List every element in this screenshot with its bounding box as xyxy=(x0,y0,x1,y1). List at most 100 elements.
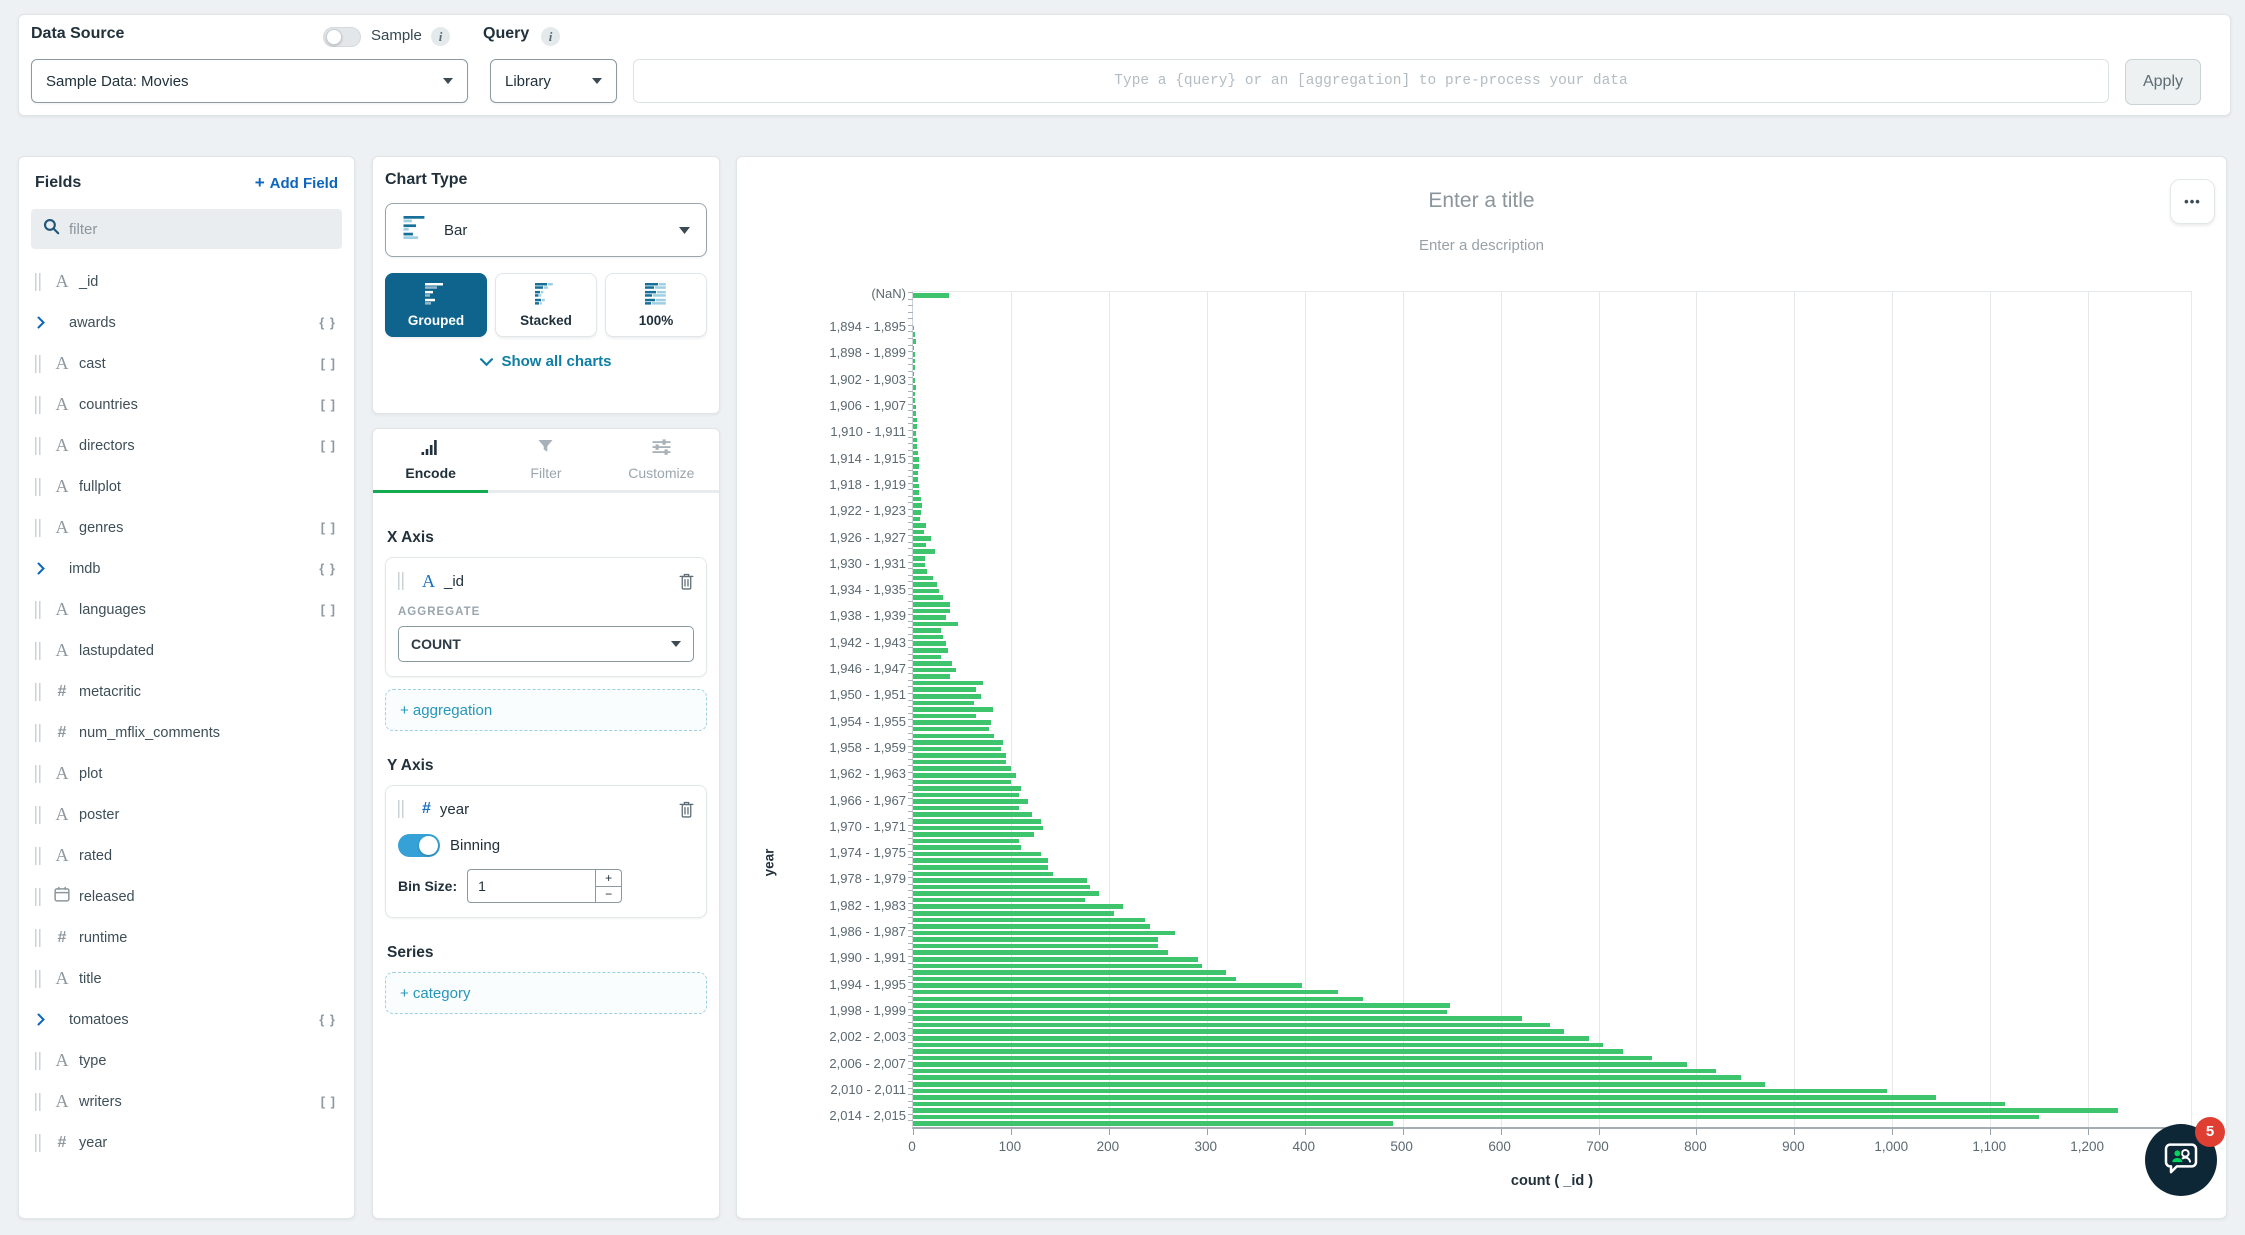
bar[interactable] xyxy=(913,497,921,502)
bar[interactable] xyxy=(913,826,1043,831)
drag-handle-icon[interactable] xyxy=(35,929,43,947)
bar[interactable] xyxy=(913,753,1006,758)
bar[interactable] xyxy=(913,293,949,298)
bar[interactable] xyxy=(913,444,917,449)
bar[interactable] xyxy=(913,332,915,337)
bar[interactable] xyxy=(913,451,918,456)
bar[interactable] xyxy=(913,904,1123,909)
bar[interactable] xyxy=(913,1089,1887,1094)
field-row-_id[interactable]: A_id xyxy=(31,261,342,302)
field-row-num_mflix_comments[interactable]: #num_mflix_comments xyxy=(31,712,342,753)
bar[interactable] xyxy=(913,346,914,351)
bar[interactable] xyxy=(913,549,935,554)
bar[interactable] xyxy=(913,1029,1564,1034)
bar[interactable] xyxy=(913,1075,1741,1080)
bar[interactable] xyxy=(913,674,950,679)
tab-customize[interactable]: Customize xyxy=(604,429,719,490)
bar[interactable] xyxy=(913,1003,1450,1008)
bar[interactable] xyxy=(913,1121,1393,1126)
bar[interactable] xyxy=(913,503,922,508)
field-row-imdb[interactable]: imdb{ } xyxy=(31,548,342,589)
field-row-rated[interactable]: Arated xyxy=(31,835,342,876)
bar[interactable] xyxy=(913,766,1011,771)
bar[interactable] xyxy=(913,1016,1522,1021)
drag-handle-icon[interactable] xyxy=(35,437,43,455)
bar[interactable] xyxy=(913,727,989,732)
bar[interactable] xyxy=(913,517,920,522)
field-row-awards[interactable]: awards{ } xyxy=(31,302,342,343)
drag-handle-icon[interactable] xyxy=(35,1093,43,1111)
bar[interactable] xyxy=(913,523,926,528)
add-category-button[interactable]: + category xyxy=(385,972,707,1014)
add-aggregation-button[interactable]: + aggregation xyxy=(385,689,707,731)
bar[interactable] xyxy=(913,1062,1687,1067)
expand-chevron-icon[interactable] xyxy=(37,316,53,329)
bar[interactable] xyxy=(913,635,943,640)
expand-chevron-icon[interactable] xyxy=(37,562,53,575)
bar[interactable] xyxy=(913,530,924,535)
bar[interactable] xyxy=(913,648,948,653)
bar[interactable] xyxy=(913,424,917,429)
bar[interactable] xyxy=(913,1056,1652,1061)
bar[interactable] xyxy=(913,661,952,666)
show-all-charts-link[interactable]: Show all charts xyxy=(385,353,707,370)
bar[interactable] xyxy=(913,1010,1447,1015)
bar[interactable] xyxy=(913,1069,1716,1074)
library-select[interactable]: Library xyxy=(490,59,617,103)
bar[interactable] xyxy=(913,845,1021,850)
field-row-tomatoes[interactable]: tomatoes{ } xyxy=(31,999,342,1040)
field-row-cast[interactable]: Acast[ ] xyxy=(31,343,342,384)
bar[interactable] xyxy=(913,1023,1550,1028)
bar[interactable] xyxy=(913,773,1016,778)
drag-handle-icon[interactable] xyxy=(35,970,43,988)
bar[interactable] xyxy=(913,806,1019,811)
bar[interactable] xyxy=(913,615,946,620)
bar[interactable] xyxy=(913,431,916,436)
field-row-runtime[interactable]: #runtime xyxy=(31,917,342,958)
bin-size-input[interactable] xyxy=(467,869,595,903)
bar[interactable] xyxy=(913,839,1019,844)
bar[interactable] xyxy=(913,405,916,410)
drag-handle-icon[interactable] xyxy=(35,519,43,537)
chart-subtype-100pct[interactable]: 100% xyxy=(605,273,707,337)
bar[interactable] xyxy=(913,385,916,390)
bar[interactable] xyxy=(913,1036,1589,1041)
bar[interactable] xyxy=(913,438,917,443)
bar[interactable] xyxy=(913,595,943,600)
bar[interactable] xyxy=(913,990,1338,995)
bar[interactable] xyxy=(913,418,917,423)
drag-handle-icon[interactable] xyxy=(35,806,43,824)
tab-filter[interactable]: Filter xyxy=(488,429,603,490)
bar[interactable] xyxy=(913,359,915,364)
trash-icon[interactable] xyxy=(679,801,694,818)
field-row-lastupdated[interactable]: Alastupdated xyxy=(31,630,342,671)
field-row-writers[interactable]: Awriters[ ] xyxy=(31,1081,342,1122)
bar[interactable] xyxy=(913,1102,2005,1107)
bar[interactable] xyxy=(913,714,976,719)
query-input[interactable] xyxy=(633,59,2109,103)
bar[interactable] xyxy=(913,655,941,660)
bar[interactable] xyxy=(913,740,1003,745)
bar[interactable] xyxy=(913,563,925,568)
drag-handle-icon[interactable] xyxy=(35,273,43,291)
bar[interactable] xyxy=(913,852,1041,857)
bar[interactable] xyxy=(913,628,941,633)
drag-handle-icon[interactable] xyxy=(35,1134,43,1152)
bar[interactable] xyxy=(913,793,1019,798)
drag-handle-icon[interactable] xyxy=(35,478,43,496)
ellipsis-menu-button[interactable]: ••• xyxy=(2170,179,2215,224)
chart-title-placeholder[interactable]: Enter a title xyxy=(737,189,2226,213)
drag-handle-icon[interactable] xyxy=(35,355,43,373)
bar[interactable] xyxy=(913,780,1011,785)
bar[interactable] xyxy=(913,924,1150,929)
field-row-directors[interactable]: Adirectors[ ] xyxy=(31,425,342,466)
bar[interactable] xyxy=(913,865,1048,870)
drag-handle-icon[interactable] xyxy=(35,1052,43,1070)
bar[interactable] xyxy=(913,747,1001,752)
bar[interactable] xyxy=(913,372,914,377)
bar[interactable] xyxy=(913,589,939,594)
drag-handle-icon[interactable] xyxy=(35,642,43,660)
bar[interactable] xyxy=(913,918,1145,923)
bar[interactable] xyxy=(913,536,931,541)
bar[interactable] xyxy=(913,609,950,614)
